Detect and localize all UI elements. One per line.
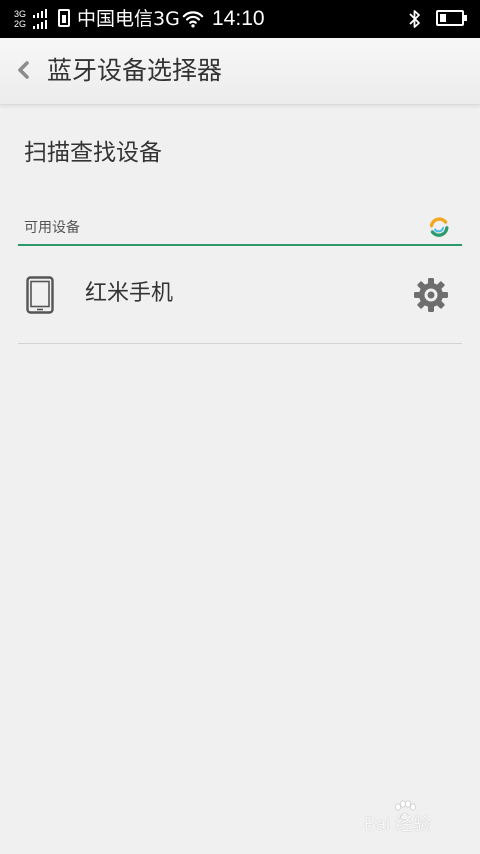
page-title: 蓝牙设备选择器 (47, 56, 223, 85)
battery-icon (436, 10, 467, 26)
wifi-icon (182, 11, 204, 28)
carrier-name: 中国电信3G (77, 8, 180, 30)
refresh-icon (429, 217, 449, 237)
status-bar: 3G 2G 中国电信3G 14:10 (0, 0, 480, 38)
device-row[interactable]: 红米手机 (18, 248, 462, 344)
battery-level (440, 14, 446, 22)
bluetooth-icon (409, 10, 420, 28)
watermark-text: Bai 经验 (364, 814, 432, 834)
signal-icon (33, 9, 47, 18)
gear-icon (414, 278, 448, 312)
available-devices-header: 可用设备 (18, 214, 462, 246)
back-button[interactable] (8, 52, 38, 90)
chevron-left-icon (18, 61, 29, 79)
clock: 14:10 (212, 7, 265, 30)
title-bar: 蓝牙设备选择器 (0, 38, 480, 105)
device-settings-button[interactable] (408, 272, 454, 318)
network-type: 3G 2G (14, 9, 34, 29)
device-name: 红米手机 (85, 281, 174, 306)
scan-devices-button[interactable]: 扫描查找设备 (24, 137, 162, 169)
network-type-top: 3G (14, 9, 27, 19)
baidu-watermark: Bai 经验 (364, 800, 464, 836)
sim-icon (58, 9, 70, 27)
signal-icon-secondary (33, 20, 47, 29)
bluetooth-picker-screen: 3G 2G 中国电信3G 14:10 蓝牙设备选择器 扫描查找设备 可用设备 红… (0, 0, 480, 854)
network-type-bottom: 2G (14, 19, 27, 29)
section-title: 可用设备 (24, 220, 80, 236)
phone-icon (26, 276, 54, 314)
